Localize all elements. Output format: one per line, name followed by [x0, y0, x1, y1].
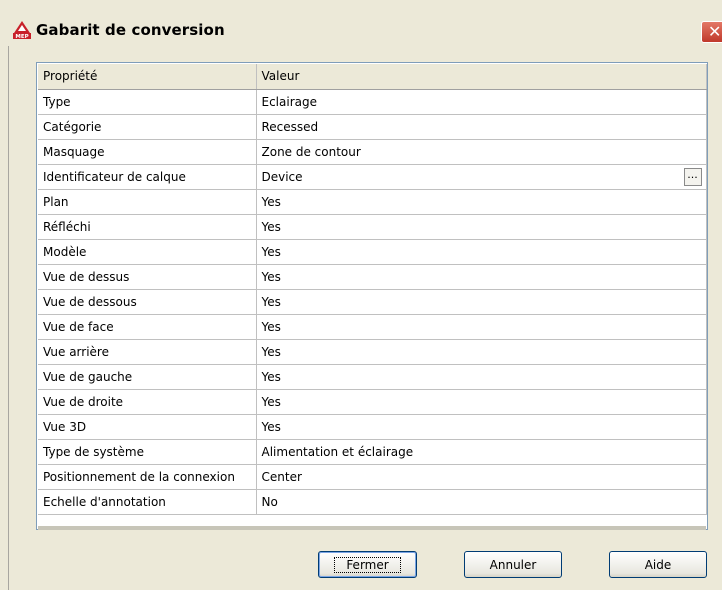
property-row[interactable]: Modèle Yes	[38, 239, 707, 265]
title-bar[interactable]: MEP Gabarit de conversion ✕	[0, 0, 722, 46]
property-value[interactable]: Yes	[256, 189, 707, 215]
property-row[interactable]: Vue 3D Yes	[38, 414, 707, 440]
property-name: Masquage	[38, 139, 257, 165]
property-value[interactable]: Device...	[256, 164, 707, 190]
window-left-edge	[0, 46, 9, 590]
property-name: Type	[38, 89, 257, 115]
property-row[interactable]: Vue de face Yes	[38, 314, 707, 340]
property-name: Réfléchi	[38, 214, 257, 240]
property-name: Vue arrière	[38, 339, 257, 365]
svg-text:MEP: MEP	[15, 34, 28, 40]
property-row[interactable]: Identificateur de calque Device...	[38, 164, 707, 190]
browse-ellipsis-button[interactable]: ...	[683, 167, 702, 186]
property-name: Plan	[38, 189, 257, 215]
property-name: Vue de droite	[38, 389, 257, 415]
help-button[interactable]: Aide	[609, 551, 707, 578]
property-value[interactable]: Yes	[256, 289, 707, 315]
grid-header-row: Propriété Valeur	[38, 64, 707, 90]
property-value[interactable]: Yes	[256, 314, 707, 340]
property-value[interactable]: Yes	[256, 414, 707, 440]
cancel-button[interactable]: Annuler	[464, 551, 562, 578]
property-row[interactable]: Vue arrière Yes	[38, 339, 707, 365]
window-title: Gabarit de conversion	[36, 21, 225, 39]
property-row[interactable]: Vue de dessus Yes	[38, 264, 707, 290]
close-icon: ✕	[708, 22, 722, 41]
property-row[interactable]: Vue de dessous Yes	[38, 289, 707, 315]
property-value[interactable]: Eclairage	[256, 89, 707, 115]
property-value[interactable]: No	[256, 489, 707, 515]
property-value[interactable]: Center	[256, 464, 707, 490]
property-name: Modèle	[38, 239, 257, 265]
property-name: Identificateur de calque	[38, 164, 257, 190]
property-row[interactable]: Vue de droite Yes	[38, 389, 707, 415]
property-name: Catégorie	[38, 114, 257, 140]
property-value[interactable]: Yes	[256, 364, 707, 390]
property-row[interactable]: Echelle d'annotation No	[38, 489, 707, 515]
property-row[interactable]: Plan Yes	[38, 189, 707, 215]
property-name: Vue 3D	[38, 414, 257, 440]
property-name: Vue de face	[38, 314, 257, 340]
property-row[interactable]: Vue de gauche Yes	[38, 364, 707, 390]
property-value[interactable]: Recessed	[256, 114, 707, 140]
property-name: Vue de dessus	[38, 264, 257, 290]
property-name: Vue de gauche	[38, 364, 257, 390]
close-button-label: Fermer	[334, 556, 401, 573]
property-grid: Propriété Valeur Type Eclairage Catégorie R…	[36, 62, 708, 530]
column-header-property[interactable]: Propriété	[38, 64, 257, 90]
property-value[interactable]: Yes	[256, 264, 707, 290]
autocad-mep-icon: MEP	[13, 21, 31, 40]
grid-bottom-bar	[38, 526, 706, 530]
property-row[interactable]: Type Eclairage	[38, 89, 707, 115]
property-value[interactable]: Yes	[256, 339, 707, 365]
close-button[interactable]: Fermer	[318, 551, 417, 578]
property-value[interactable]: Yes	[256, 214, 707, 240]
property-row[interactable]: Réfléchi Yes	[38, 214, 707, 240]
property-value-text: Device	[261, 169, 303, 184]
property-row[interactable]: Type de système Alimentation et éclairage	[38, 439, 707, 465]
property-name: Echelle d'annotation	[38, 489, 257, 515]
property-value[interactable]: Alimentation et éclairage	[256, 439, 707, 465]
property-value[interactable]: Zone de contour	[256, 139, 707, 165]
property-value[interactable]: Yes	[256, 239, 707, 265]
property-name: Vue de dessous	[38, 289, 257, 315]
property-row[interactable]: Masquage Zone de contour	[38, 139, 707, 165]
property-name: Type de système	[38, 439, 257, 465]
property-value[interactable]: Yes	[256, 389, 707, 415]
close-window-button[interactable]: ✕	[701, 21, 722, 43]
property-row[interactable]: Catégorie Recessed	[38, 114, 707, 140]
property-row[interactable]: Positionnement de la connexion Center	[38, 464, 707, 490]
column-header-value[interactable]: Valeur	[256, 64, 707, 90]
property-name: Positionnement de la connexion	[38, 464, 257, 490]
